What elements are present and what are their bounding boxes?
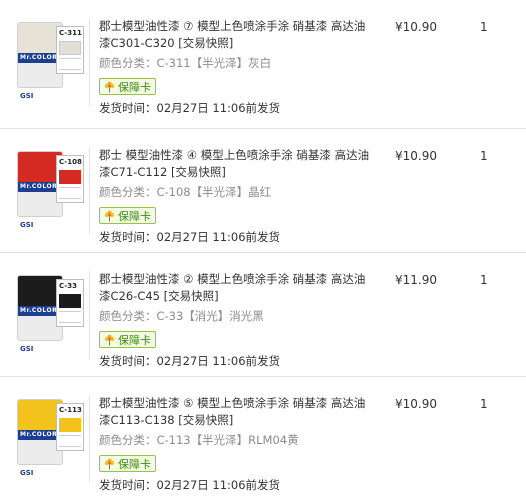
jar-brand-logo: Mr.COLOR [20,54,58,61]
brand-mark-logo: GSI [20,92,34,100]
product-spec: 颜色分类：C-33【消光】消光黑 [99,309,264,323]
label-lines [59,311,81,323]
color-swatch [59,418,81,432]
item-quantity: 1 [480,397,488,411]
product-spec: 颜色分类：C-113【半光泽】RLM04黄 [99,433,299,447]
flower-icon [104,210,115,222]
jar-brand-logo: Mr.COLOR [20,183,58,190]
order-item-row: Mr.COLOR C-108 GSI 郡士 模型油性漆 ④ 模型上色喷涂手涂 硝… [0,129,526,253]
flower-icon [104,458,115,470]
product-thumbnail[interactable]: Mr.COLOR C-108 GSI [12,147,90,235]
guarantee-card-label: 保障卡 [118,457,151,471]
ship-time: 发货时间：02月27日 11:06前发货 [99,230,281,244]
brand-mark-logo: GSI [20,345,34,353]
guarantee-card-badge[interactable]: 保障卡 [99,331,156,348]
guarantee-card-badge[interactable]: 保障卡 [99,455,156,472]
flower-icon [104,334,115,346]
item-price: ¥10.90 [395,397,437,411]
product-thumbnail[interactable]: Mr.COLOR C-33 GSI [12,271,90,359]
brand-mark-logo: GSI [20,221,34,229]
label-lines [59,435,81,447]
item-quantity: 1 [480,20,488,34]
product-thumbnail[interactable]: Mr.COLOR C-311 GSI [12,18,90,106]
product-thumbnail[interactable]: Mr.COLOR C-113 GSI [12,395,90,483]
order-item-row: Mr.COLOR C-33 GSI 郡士模型油性漆 ② 模型上色喷涂手涂 硝基漆… [0,253,526,377]
order-item-row: Mr.COLOR C-311 GSI 郡士模型油性漆 ⑦ 模型上色喷涂手涂 硝基… [0,0,526,124]
product-title[interactable]: 郡士模型油性漆 ② 模型上色喷涂手涂 硝基漆 高达油漆C26-C45 [交易快照… [99,271,371,305]
product-title-link[interactable]: 郡士 模型油性漆 ④ 模型上色喷涂手涂 硝基漆 高达油漆C71-C112 [交易… [99,148,369,179]
product-spec: 颜色分类：C-311【半光泽】灰白 [99,56,272,70]
product-title[interactable]: 郡士模型油性漆 ⑤ 模型上色喷涂手涂 硝基漆 高达油漆C113-C138 [交易… [99,395,371,429]
order-item-row: Mr.COLOR C-113 GSI 郡士模型油性漆 ⑤ 模型上色喷涂手涂 硝基… [0,377,526,500]
color-label-card: C-108 [56,155,84,203]
color-swatch [59,170,81,184]
order-item-list: Mr.COLOR C-311 GSI 郡士模型油性漆 ⑦ 模型上色喷涂手涂 硝基… [0,0,526,500]
ship-time: 发货时间：02月27日 11:06前发货 [99,478,281,492]
guarantee-card-label: 保障卡 [118,80,151,94]
item-quantity: 1 [480,149,488,163]
jar-brand-logo: Mr.COLOR [20,307,58,314]
ship-time: 发货时间：02月27日 11:06前发货 [99,101,281,115]
product-spec: 颜色分类：C-108【半光泽】晶红 [99,185,272,199]
guarantee-card-badge[interactable]: 保障卡 [99,78,156,95]
item-price: ¥11.90 [395,273,437,287]
ship-time: 发货时间：02月27日 11:06前发货 [99,354,281,368]
guarantee-card-label: 保障卡 [118,333,151,347]
color-label-card: C-113 [56,403,84,451]
color-code: C-113 [59,406,82,414]
color-swatch [59,41,81,55]
color-code: C-33 [59,282,77,290]
product-title-link[interactable]: 郡士模型油性漆 ⑤ 模型上色喷涂手涂 硝基漆 高达油漆C113-C138 [交易… [99,396,365,427]
label-lines [59,58,81,70]
product-title-link[interactable]: 郡士模型油性漆 ⑦ 模型上色喷涂手涂 硝基漆 高达油漆C301-C320 [交易… [99,19,365,50]
guarantee-card-label: 保障卡 [118,209,151,223]
flower-icon [104,81,115,93]
color-code: C-311 [59,29,82,37]
guarantee-card-badge[interactable]: 保障卡 [99,207,156,224]
product-title[interactable]: 郡士模型油性漆 ⑦ 模型上色喷涂手涂 硝基漆 高达油漆C301-C320 [交易… [99,18,371,52]
label-lines [59,187,81,199]
color-label-card: C-33 [56,279,84,327]
item-quantity: 1 [480,273,488,287]
brand-mark-logo: GSI [20,469,34,477]
color-swatch [59,294,81,308]
product-title-link[interactable]: 郡士模型油性漆 ② 模型上色喷涂手涂 硝基漆 高达油漆C26-C45 [交易快照… [99,272,365,303]
jar-brand-logo: Mr.COLOR [20,431,58,438]
product-title[interactable]: 郡士 模型油性漆 ④ 模型上色喷涂手涂 硝基漆 高达油漆C71-C112 [交易… [99,147,371,181]
item-price: ¥10.90 [395,149,437,163]
color-code: C-108 [59,158,82,166]
color-label-card: C-311 [56,26,84,74]
item-price: ¥10.90 [395,20,437,34]
